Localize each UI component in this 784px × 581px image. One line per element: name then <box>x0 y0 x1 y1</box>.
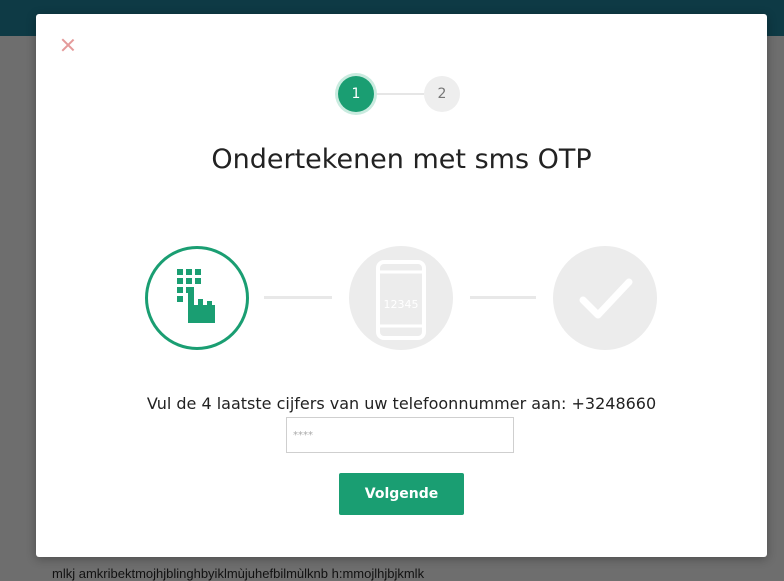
phone-icon: 12345 <box>376 260 426 340</box>
dialog-title: Ondertekenen met sms OTP <box>211 144 592 175</box>
otp-digits-input[interactable] <box>286 417 514 453</box>
checkmark-icon <box>579 278 633 319</box>
step-1: 1 <box>338 76 374 112</box>
next-button[interactable]: Volgende <box>339 473 464 515</box>
keypad-step-circle <box>145 246 249 350</box>
done-step-circle <box>553 246 657 350</box>
phone-step-circle: 12345 <box>349 246 453 350</box>
icon-connector <box>470 296 536 299</box>
icon-connector <box>264 296 332 299</box>
progress-icons: 12345 <box>36 244 767 354</box>
step-2: 2 <box>424 76 460 112</box>
phone-prompt: Vul de 4 laatste cijfers van uw telefoon… <box>146 394 657 413</box>
stepper: 1 2 <box>336 74 466 114</box>
otp-dialog: 1 2 Ondertekenen met sms OTP 12345 Vul d… <box>36 14 767 557</box>
keypad-icon <box>177 269 215 323</box>
stepper-connector <box>376 93 424 95</box>
background-text: mlkj amkribektmojhjblinghbyiklmùjuhefbil… <box>52 566 425 581</box>
phone-code-text: 12345 <box>384 298 419 311</box>
close-icon[interactable] <box>59 36 77 54</box>
